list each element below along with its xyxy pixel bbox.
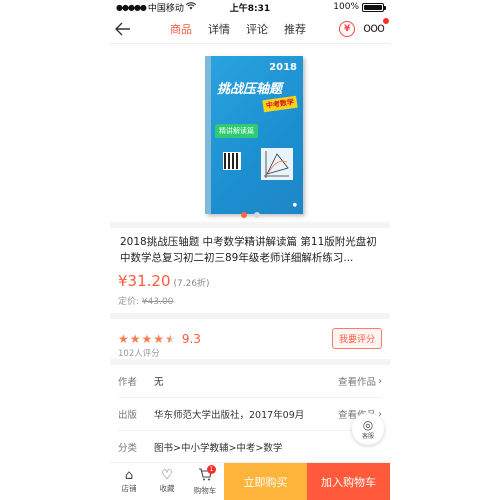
heart-icon: ♡ xyxy=(161,468,173,483)
rating-score: 9.3 xyxy=(181,332,201,346)
list-price: ¥43.00 xyxy=(141,297,174,307)
cart-label: 购物车 xyxy=(193,485,217,495)
carrier: 中国移动 xyxy=(147,3,184,14)
product-title: 2018挑战压轴题 中考数学精讲解读篇 第11版附光盘初中数学总复习初二初三89… xyxy=(120,236,377,264)
publisher-logo: ● xyxy=(292,202,297,208)
detail-row-publisher[interactable]: 出版 华东师范大学出版社，2017年09月 查看作品 › xyxy=(118,398,382,431)
half-star-icon: ★ xyxy=(165,332,176,346)
cover-year: 2018 xyxy=(269,62,297,73)
notification-dot xyxy=(383,18,389,24)
chevron-right-icon: › xyxy=(378,375,382,387)
tab-details[interactable]: 详情 xyxy=(208,21,230,37)
cover-subtitle: 中考数学 xyxy=(262,95,298,113)
back-arrow-icon xyxy=(115,22,130,35)
add-to-cart-button[interactable]: 加入购物车 xyxy=(307,463,390,500)
top-nav: 商品 详情 评论 推荐 ¥ ooo xyxy=(110,14,390,44)
star-icon: ★ xyxy=(118,332,129,346)
discount-label: (7.26折) xyxy=(173,279,210,289)
tab-product[interactable]: 商品 xyxy=(170,21,192,37)
star-icon: ★ xyxy=(153,332,165,346)
more-menu-icon[interactable]: ooo xyxy=(363,18,389,36)
geometry-figure xyxy=(261,148,293,180)
cart-count-badge: 1 xyxy=(207,465,216,474)
list-price-row: 定价: ¥43.00 xyxy=(118,294,382,307)
detail-value: 图书>中小学教辅>中考>数学 xyxy=(154,443,283,454)
detail-list: 作者 无 查看作品 › 出版 华东师范大学出版社，2017年09月 查看作品 › 分… xyxy=(110,365,390,464)
cover-ribbon: 精讲解读篇 xyxy=(215,124,258,138)
detail-key: 出版 xyxy=(118,410,138,421)
favorite-button[interactable]: ♡ 收藏 xyxy=(148,463,186,500)
star-icon: ★ xyxy=(129,332,141,346)
book-cover-image: 2018 挑战压轴题 中考数学 精讲解读篇 ● xyxy=(205,56,303,214)
rating-section: ★ ★ ★ ★ ★ 9.3 102人评分 我要评分 xyxy=(110,319,390,359)
gallery-dot[interactable] xyxy=(253,212,260,218)
phone-screen: ●●●●● 中国移动 上午8:31 100% 商品 详情 评论 推荐 ¥ ooo xyxy=(110,0,390,500)
favorite-label: 收藏 xyxy=(159,484,175,493)
back-button[interactable] xyxy=(112,18,134,40)
detail-key: 作者 xyxy=(118,377,138,388)
status-bar: ●●●●● 中国移动 上午8:31 100% xyxy=(110,0,390,14)
cart-button[interactable]: 1 购物车 xyxy=(186,463,224,500)
rating-count: 102人评分 xyxy=(118,349,160,359)
detail-row-category[interactable]: 分类 图书>中小学教辅>中考>数学 xyxy=(118,431,382,464)
signal-icon: ●●●●● xyxy=(116,2,147,12)
tab-reviews[interactable]: 评论 xyxy=(246,21,268,37)
detail-key: 分类 xyxy=(118,443,138,454)
battery-icon xyxy=(362,2,386,12)
coupon-icon[interactable]: ¥ xyxy=(339,20,356,37)
list-price-label: 定价: xyxy=(118,297,140,307)
star-rating: ★ ★ ★ ★ ★ xyxy=(118,332,176,346)
view-works-link[interactable]: 查看作品 › xyxy=(338,374,382,389)
star-icon: ★ xyxy=(141,332,153,346)
tab-bar: 商品 详情 评论 推荐 xyxy=(170,21,306,37)
detail-value: 华东师范大学出版社，2017年09月 xyxy=(154,410,305,421)
sale-price: ¥31.20 xyxy=(118,272,171,290)
product-info: 2018挑战压轴题 中考数学精讲解读篇 第11版附光盘初中数学总复习初二初三89… xyxy=(110,228,390,313)
shop-label: 店铺 xyxy=(121,484,137,493)
detail-value: 无 xyxy=(154,377,164,388)
gallery-indicator xyxy=(110,212,390,218)
cover-title: 挑战压轴题 xyxy=(217,82,283,97)
gallery-dot[interactable] xyxy=(240,212,247,218)
bottom-action-bar: ⌂ 店铺 ♡ 收藏 1 购物车 立即购买 加入购物车 xyxy=(110,462,390,500)
customer-service-button[interactable]: ◎ 客服 xyxy=(352,413,384,445)
wifi-icon xyxy=(185,1,196,13)
buy-now-button[interactable]: 立即购买 xyxy=(224,463,307,500)
customer-service-label: 客服 xyxy=(361,432,374,440)
qr-code-icon xyxy=(223,152,241,170)
rate-button[interactable]: 我要评分 xyxy=(331,328,382,349)
headset-icon: ◎ xyxy=(362,417,374,432)
tab-recommend[interactable]: 推荐 xyxy=(284,21,306,37)
shop-button[interactable]: ⌂ 店铺 xyxy=(110,463,148,500)
shop-icon: ⌂ xyxy=(124,468,134,483)
product-gallery[interactable]: 2018 挑战压轴题 中考数学 精讲解读篇 ● xyxy=(110,44,390,222)
battery-percent: 100% xyxy=(333,2,359,12)
detail-row-author[interactable]: 作者 无 查看作品 › xyxy=(118,365,382,398)
